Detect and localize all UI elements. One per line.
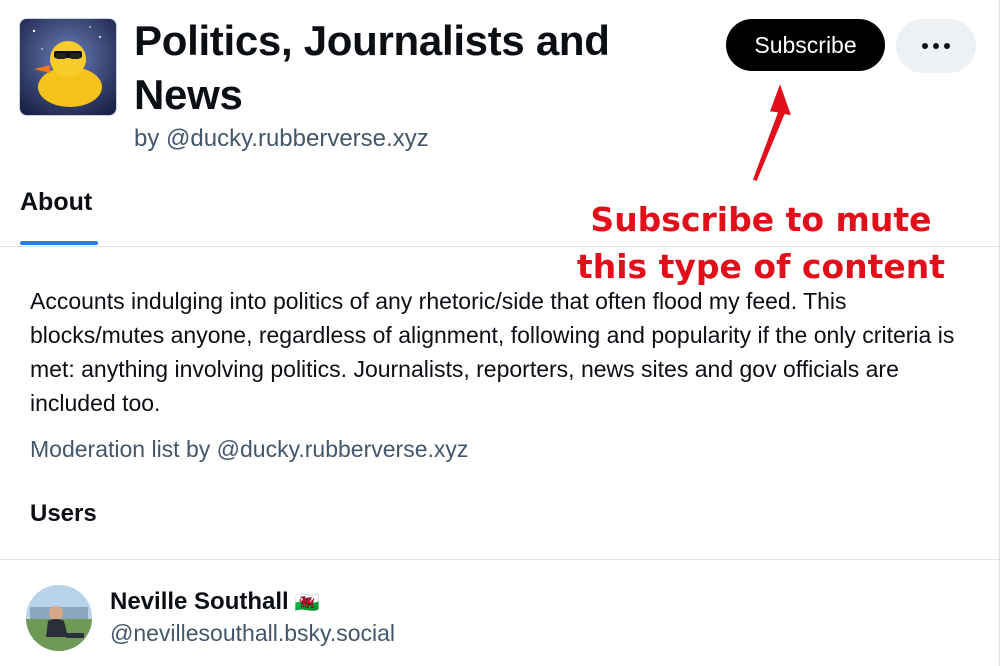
rubber-duck-icon xyxy=(20,19,116,115)
ellipsis-icon xyxy=(922,43,950,49)
wales-flag-icon: 🏴󠁧󠁢󠁷󠁬󠁳󠁿 xyxy=(294,592,320,614)
list-byline[interactable]: by @ducky.rubberverse.xyz xyxy=(134,125,429,153)
user-handle: @nevillesouthall.bsky.social xyxy=(110,620,395,646)
moderation-note[interactable]: Moderation list by @ducky.rubberverse.xy… xyxy=(30,436,468,463)
user-name[interactable]: Neville Southall 🏴󠁧󠁢󠁷󠁬󠁳󠁿 xyxy=(110,588,320,616)
list-item[interactable]: Neville Southall 🏴󠁧󠁢󠁷󠁬󠁳󠁿 @nevillesouthall… xyxy=(0,560,1000,666)
user-display-name: Neville Southall xyxy=(110,588,289,615)
active-tab-indicator xyxy=(20,241,98,245)
list-title: Politics, Journalists and News xyxy=(134,17,610,118)
avatar[interactable] xyxy=(26,585,92,651)
annotation-callout: Subscribe to mute this type of content xyxy=(576,200,946,286)
subscribe-button[interactable]: Subscribe xyxy=(726,19,885,71)
users-heading: Users xyxy=(30,500,97,527)
list-avatar xyxy=(19,18,117,116)
list-description: Accounts indulging into politics of any … xyxy=(30,288,955,416)
tab-about[interactable]: About xyxy=(20,188,98,246)
user-photo-icon xyxy=(26,585,92,651)
more-options-button[interactable] xyxy=(896,19,976,73)
annotation-arrow-icon xyxy=(751,79,794,183)
